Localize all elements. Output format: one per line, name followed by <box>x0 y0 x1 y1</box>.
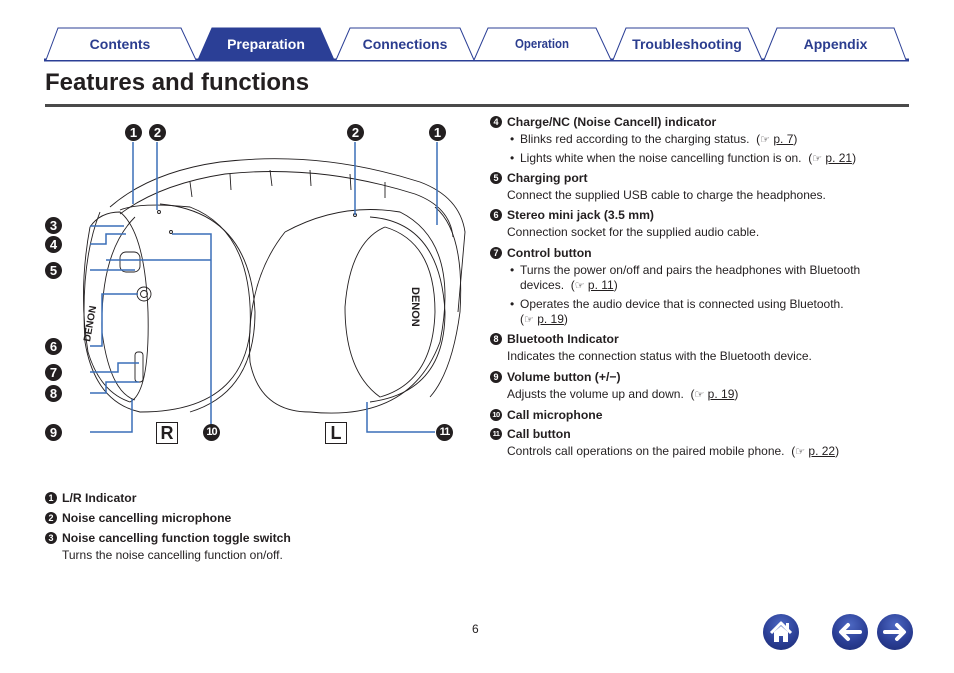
feature-title: Bluetooth Indicator <box>507 332 619 346</box>
arrow-left-icon <box>839 623 862 641</box>
feature-title: L/R Indicator <box>62 491 137 505</box>
callout-9: 9 <box>45 424 62 441</box>
bullet-item: Turns the power on/off and pairs the hea… <box>490 263 860 294</box>
feature-4: 4 Charge/NC (Noise Cancell) indicator Bli… <box>490 115 856 167</box>
pointing-hand-icon: ☞ <box>524 314 534 326</box>
feature-number: 5 <box>490 172 502 184</box>
pointing-hand-icon: ☞ <box>760 134 771 146</box>
arrow-right-icon <box>883 623 906 641</box>
pointing-hand-icon: ☞ <box>812 153 823 165</box>
feature-6: 6 Stereo mini jack (3.5 mm) Connection so… <box>490 208 759 240</box>
feature-1: 1 L/R Indicator <box>45 491 136 505</box>
headphones-figure: DENON DENON 1 2 3 4 5 6 7 8 9 10 R 2 1 1… <box>40 112 470 452</box>
feature-description: Connection socket for the supplied audio… <box>507 225 760 239</box>
feature-10: 10 Call microphone <box>490 408 602 422</box>
feature-description: Controls call operations on the paired m… <box>507 444 840 458</box>
feature-number: 4 <box>490 116 502 128</box>
bullet-item: Lights white when the noise cancelling f… <box>490 151 856 167</box>
feature-number: 3 <box>45 532 57 544</box>
bullet-item: Blinks red according to the charging sta… <box>490 132 856 148</box>
callout-10: 10 <box>203 424 220 441</box>
callout-2-left: 2 <box>347 124 364 141</box>
feature-11: 11 Call button Controls call operations o… <box>490 427 839 460</box>
tab-bar: Contents Preparation Connections Operati… <box>44 26 909 62</box>
feature-2: 2 Noise cancelling microphone <box>45 511 231 525</box>
pointing-hand-icon: ☞ <box>574 280 585 292</box>
page-link[interactable]: p. 21 <box>825 151 852 165</box>
home-button[interactable] <box>763 614 799 650</box>
feature-title: Call microphone <box>507 408 603 422</box>
feature-9: 9 Volume button (+/−) Adjusts the volume … <box>490 370 738 403</box>
pointing-hand-icon: ☞ <box>795 446 806 458</box>
callout-5: 5 <box>45 262 62 279</box>
brand-logo-right: DENON <box>82 305 99 342</box>
callout-1-left: 1 <box>429 124 446 141</box>
feature-description: Adjusts the volume up and down. (☞ p. 19… <box>507 387 739 401</box>
feature-title: Stereo mini jack (3.5 mm) <box>507 208 654 222</box>
feature-number: 10 <box>490 409 502 421</box>
feature-title: Noise cancelling microphone <box>62 511 232 525</box>
page-link[interactable]: p. 19 <box>537 312 564 326</box>
feature-title: Noise cancelling function toggle switch <box>62 531 291 545</box>
feature-8: 8 Bluetooth Indicator Indicates the conne… <box>490 332 812 364</box>
feature-title: Volume button (+/−) <box>507 370 621 384</box>
feature-number: 8 <box>490 333 502 345</box>
back-button[interactable] <box>832 614 868 650</box>
feature-title: Charge/NC (Noise Cancell) indicator <box>507 115 717 129</box>
page-link[interactable]: p. 19 <box>708 387 735 401</box>
pointing-hand-icon: ☞ <box>694 389 705 401</box>
callout-7: 7 <box>45 364 62 381</box>
forward-button[interactable] <box>877 614 913 650</box>
page-link[interactable]: p. 7 <box>773 132 793 146</box>
home-icon <box>769 621 793 642</box>
feature-title: Control button <box>507 246 592 260</box>
feature-title: Charging port <box>507 171 588 185</box>
feature-number: 7 <box>490 247 502 259</box>
feature-description: Indicates the connection status with the… <box>507 349 812 363</box>
feature-description: Connect the supplied USB cable to charge… <box>507 188 826 202</box>
bullet-item: Operates the audio device that is connec… <box>490 297 860 328</box>
feature-title: Call button <box>507 427 571 441</box>
feature-number: 11 <box>490 428 502 440</box>
tab-troubleshooting[interactable]: Troubleshooting <box>624 32 750 56</box>
callout-3: 3 <box>45 217 62 234</box>
feature-number: 6 <box>490 209 502 221</box>
tab-contents[interactable]: Contents <box>60 32 180 56</box>
tab-connections[interactable]: Connections <box>350 32 460 56</box>
feature-number: 1 <box>45 492 57 504</box>
callout-2-right: 2 <box>149 124 166 141</box>
page-number: 6 <box>472 622 479 636</box>
tab-operation[interactable]: Operation <box>494 32 589 56</box>
callout-8: 8 <box>45 385 62 402</box>
brand-logo-left: DENON <box>409 287 421 327</box>
feature-number: 2 <box>45 512 57 524</box>
feature-3: 3 Noise cancelling function toggle switch… <box>45 531 291 563</box>
side-label-left: L <box>325 422 347 444</box>
tab-appendix[interactable]: Appendix <box>777 32 894 56</box>
page-link[interactable]: p. 22 <box>808 444 835 458</box>
callout-4: 4 <box>45 236 62 253</box>
title-divider <box>45 104 909 107</box>
callout-11: 11 <box>436 424 453 441</box>
callout-1-right: 1 <box>125 124 142 141</box>
feature-description: Turns the noise cancelling function on/o… <box>62 548 283 562</box>
page-title: Features and functions <box>45 69 310 96</box>
tab-preparation[interactable]: Preparation <box>212 32 320 56</box>
feature-7: 7 Control button Turns the power on/off a… <box>490 246 860 328</box>
feature-5: 5 Charging port Connect the supplied USB … <box>490 171 826 203</box>
callout-6: 6 <box>45 338 62 355</box>
side-label-right: R <box>156 422 178 444</box>
feature-number: 9 <box>490 371 502 383</box>
headphones-illustration: DENON DENON <box>82 142 466 433</box>
page-link[interactable]: p. 11 <box>588 278 614 292</box>
